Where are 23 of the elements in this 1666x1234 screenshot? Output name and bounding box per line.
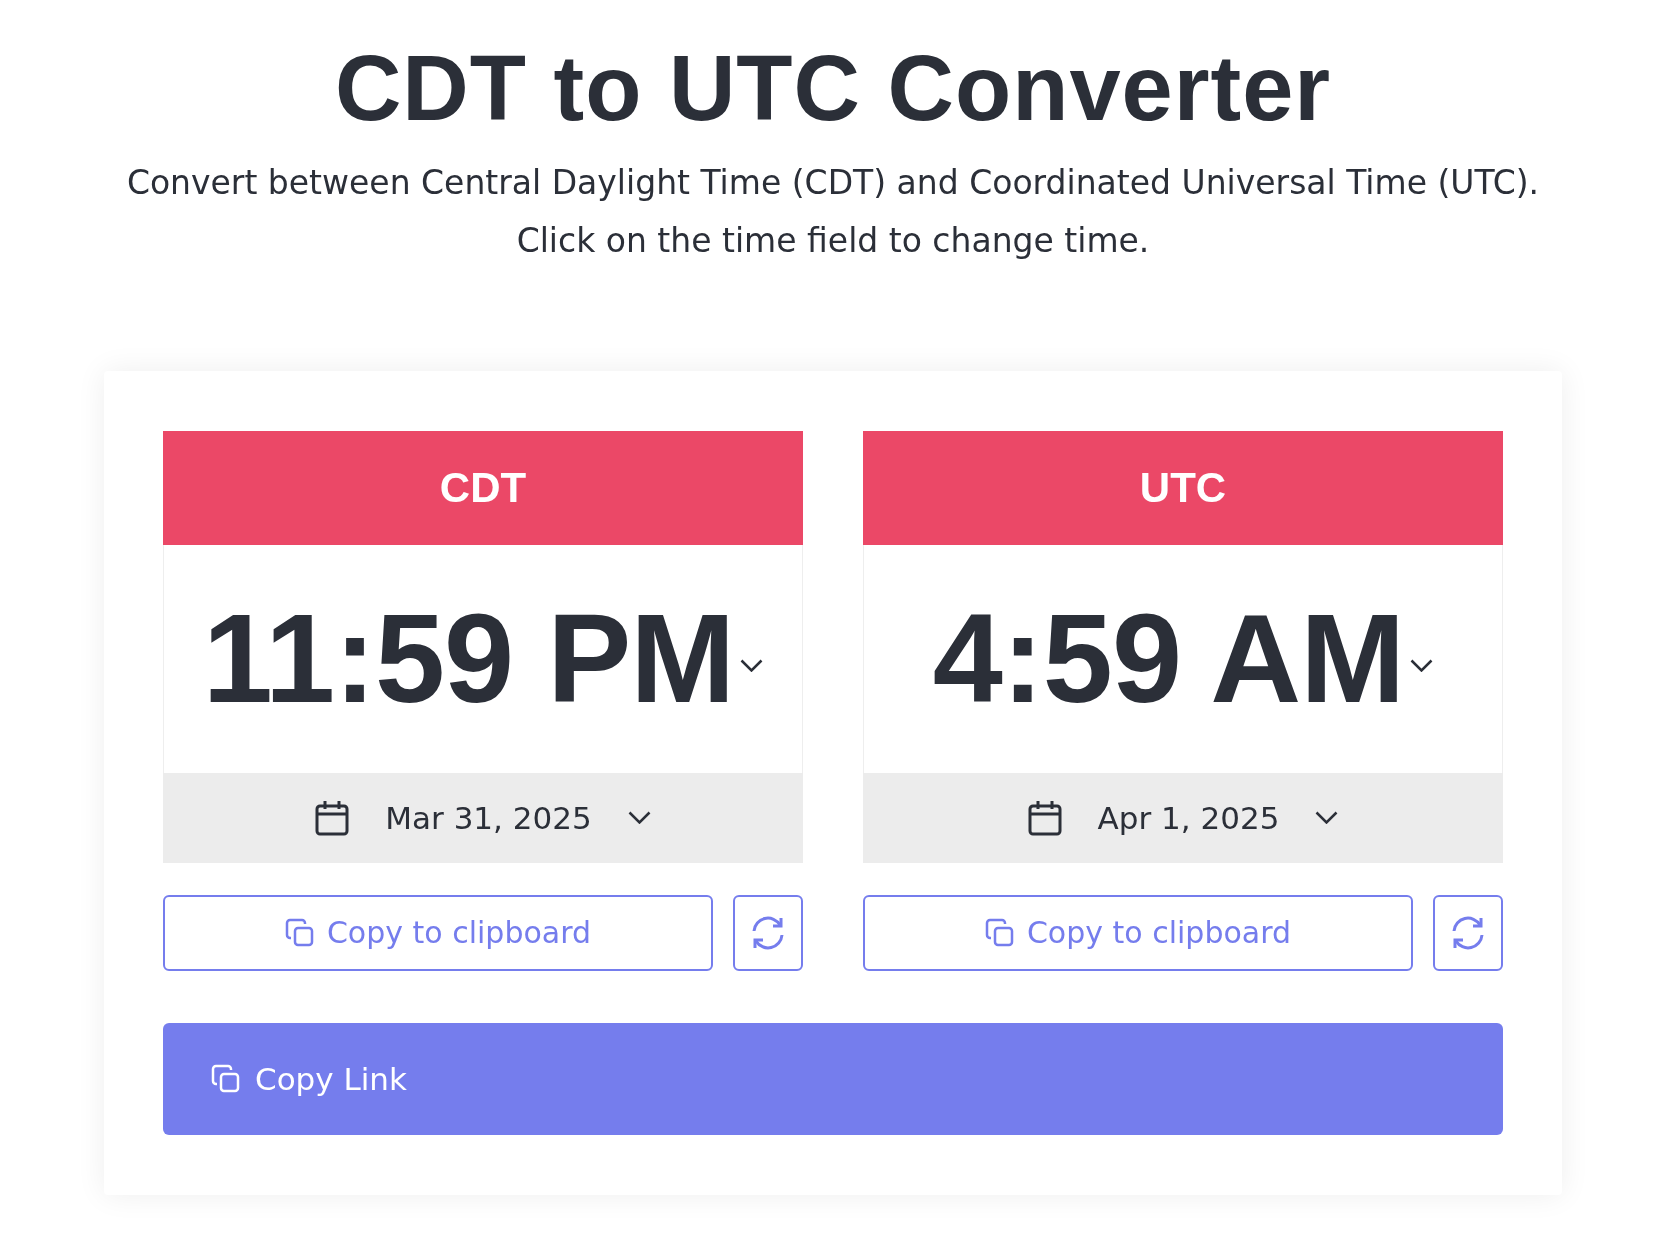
chevron-down-icon xyxy=(740,659,764,673)
calendar-icon xyxy=(315,799,350,836)
subtitle-text: Click on the time field to change time. xyxy=(516,222,1150,259)
page-title: CDT to UTC Converter xyxy=(334,40,1332,137)
date-picker[interactable]: Mar 31, 2025 xyxy=(163,772,803,863)
time-field[interactable]: 4:59 AM xyxy=(863,544,1503,773)
copy-link-button[interactable]: Copy Link xyxy=(163,1022,1503,1135)
chevron-down-icon xyxy=(1315,811,1339,825)
calendar-icon xyxy=(1027,799,1062,836)
date-picker[interactable]: Apr 1, 2025 xyxy=(863,772,1503,863)
zone-header: CDT xyxy=(163,430,803,545)
time-field[interactable]: 11:59 PM xyxy=(163,544,803,773)
copy-icon xyxy=(211,1063,241,1094)
copy-button[interactable]: Copy to clipboard xyxy=(863,894,1413,971)
zone-header: UTC xyxy=(863,430,1503,545)
refresh-button[interactable] xyxy=(1433,894,1503,971)
chevron-down-icon xyxy=(627,811,651,825)
copy-icon xyxy=(984,917,1015,948)
refresh-button[interactable] xyxy=(733,894,803,971)
chevron-down-icon xyxy=(1410,659,1434,673)
copy-button[interactable]: Copy to clipboard xyxy=(163,894,713,971)
subtitle-text: Convert between Central Daylight Time (CDT) and Coordinated Universal Time (UTC). xyxy=(126,164,1540,201)
copy-icon xyxy=(284,917,315,948)
